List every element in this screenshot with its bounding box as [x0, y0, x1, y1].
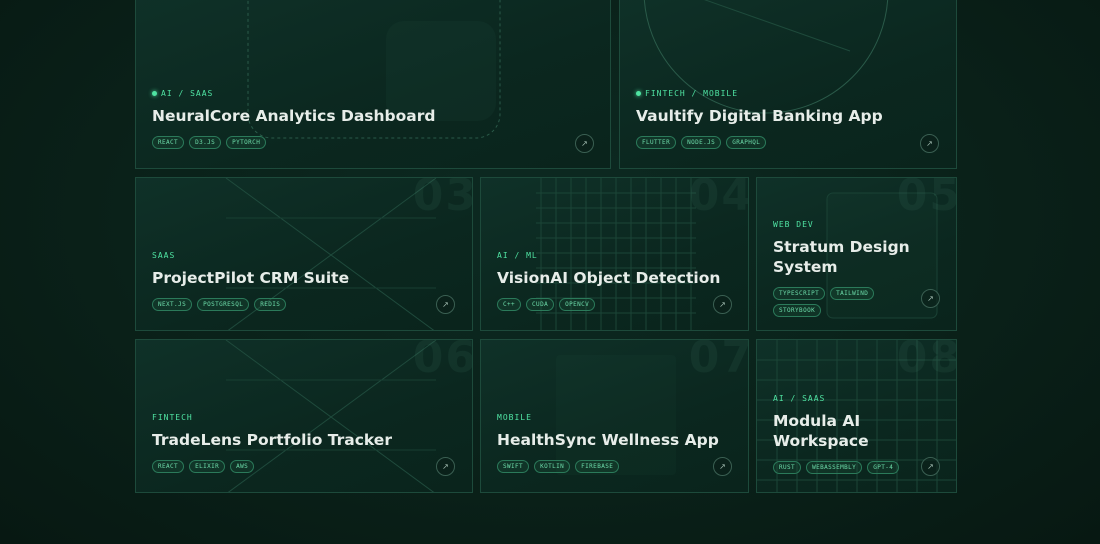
tech-tag: GraphQL — [726, 136, 767, 149]
arrow-up-right-icon: ↗ — [926, 139, 933, 148]
project-title: TradeLens Portfolio Tracker — [152, 431, 392, 449]
arrow-up-right-icon: ↗ — [442, 462, 449, 471]
arrow-up-right-icon: ↗ — [719, 300, 726, 309]
tech-tag: PyTorch — [226, 136, 267, 149]
project-number: 07 — [688, 339, 749, 383]
tech-tags: C++ CUDA OpenCV — [497, 298, 732, 311]
arrow-up-right-icon: ↗ — [719, 462, 726, 471]
project-title: ProjectPilot CRM Suite — [152, 269, 350, 287]
tech-tag: GPT-4 — [867, 461, 900, 474]
tech-tag: TypeScript — [773, 287, 826, 300]
tech-tags: React D3.js PyTorch — [152, 136, 594, 149]
project-category: AI / SaaS — [773, 393, 826, 403]
project-title: NeuralCore Analytics Dashboard — [152, 107, 436, 125]
project-card-modula[interactable]: 08 AI / SaaS Modula AI Workspace Rust We… — [756, 339, 957, 493]
project-category: AI / ML — [497, 250, 538, 260]
open-project-button[interactable]: ↗ — [436, 457, 455, 476]
project-card-vaultify[interactable]: FinTech / Mobile Vaultify Digital Bankin… — [619, 0, 957, 169]
tech-tag: WebAssembly — [806, 461, 863, 474]
tech-tag: Firebase — [575, 460, 620, 473]
open-project-button[interactable]: ↗ — [920, 134, 939, 153]
project-title: VisionAI Object Detection — [497, 269, 721, 287]
tech-tags: TypeScript Tailwind Storybook — [773, 287, 913, 317]
project-number: 05 — [896, 177, 957, 221]
arrow-up-right-icon: ↗ — [927, 294, 934, 303]
tech-tag: Next.js — [152, 298, 193, 311]
tech-tag: D3.js — [189, 136, 222, 149]
project-number: 08 — [896, 339, 957, 383]
tech-tag: Redis — [254, 298, 287, 311]
project-title: Stratum Design System — [773, 238, 910, 276]
project-card-projectpilot[interactable]: 03 SaaS ProjectPilot CRM Suite Next.js P… — [135, 177, 473, 331]
project-category: Mobile — [497, 412, 532, 422]
tech-tag: Elixir — [189, 460, 226, 473]
project-category: Web Dev — [773, 219, 814, 229]
tech-tag: C++ — [497, 298, 522, 311]
open-project-button[interactable]: ↗ — [713, 295, 732, 314]
tech-tag: Tailwind — [830, 287, 875, 300]
open-project-button[interactable]: ↗ — [713, 457, 732, 476]
tech-tags: Flutter Node.js GraphQL — [636, 136, 940, 149]
project-number: 06 — [412, 339, 473, 383]
projects-grid: AI / SaaS NeuralCore Analytics Dashboard… — [135, 0, 957, 494]
arrow-up-right-icon: ↗ — [442, 300, 449, 309]
tech-tag: PostgreSQL — [197, 298, 250, 311]
project-number: 04 — [688, 177, 749, 221]
project-card-visionai[interactable]: 04 AI / ML VisionAI Object Detection C++… — [480, 177, 749, 331]
project-title: Modula AI Workspace — [773, 412, 869, 450]
project-card-tradelens[interactable]: 06 FinTech TradeLens Portfolio Tracker R… — [135, 339, 473, 493]
tech-tag: React — [152, 460, 185, 473]
featured-dot-icon — [152, 90, 157, 96]
tech-tag: React — [152, 136, 185, 149]
project-title: HealthSync Wellness App — [497, 431, 719, 449]
project-card-stratum[interactable]: 05 Web Dev Stratum Design System TypeScr… — [756, 177, 957, 331]
tech-tag: Node.js — [681, 136, 722, 149]
arrow-up-right-icon: ↗ — [581, 139, 588, 148]
project-category: FinTech / Mobile — [636, 88, 940, 98]
open-project-button[interactable]: ↗ — [575, 134, 594, 153]
tech-tags: Next.js PostgreSQL Redis — [152, 298, 456, 311]
tech-tags: Swift Kotlin Firebase — [497, 460, 732, 473]
project-number: 03 — [412, 177, 473, 221]
featured-dot-icon — [636, 90, 641, 96]
tech-tag: Rust — [773, 461, 802, 474]
open-project-button[interactable]: ↗ — [921, 457, 940, 476]
open-project-button[interactable]: ↗ — [921, 289, 940, 308]
project-title: Vaultify Digital Banking App — [636, 107, 883, 125]
project-category: AI / SaaS — [152, 88, 594, 98]
tech-tag: CUDA — [526, 298, 555, 311]
tech-tag: Storybook — [773, 304, 822, 317]
project-category: FinTech — [152, 412, 193, 422]
project-card-neuralcore[interactable]: AI / SaaS NeuralCore Analytics Dashboard… — [135, 0, 611, 169]
tech-tag: OpenCV — [559, 298, 596, 311]
open-project-button[interactable]: ↗ — [436, 295, 455, 314]
arrow-up-right-icon: ↗ — [927, 462, 934, 471]
tech-tags: React Elixir AWS — [152, 460, 456, 473]
project-card-healthsync[interactable]: 07 Mobile HealthSync Wellness App Swift … — [480, 339, 749, 493]
tech-tag: Flutter — [636, 136, 677, 149]
tech-tag: AWS — [230, 460, 255, 473]
tech-tag: Kotlin — [534, 460, 571, 473]
project-category: SaaS — [152, 250, 176, 260]
tech-tag: Swift — [497, 460, 530, 473]
